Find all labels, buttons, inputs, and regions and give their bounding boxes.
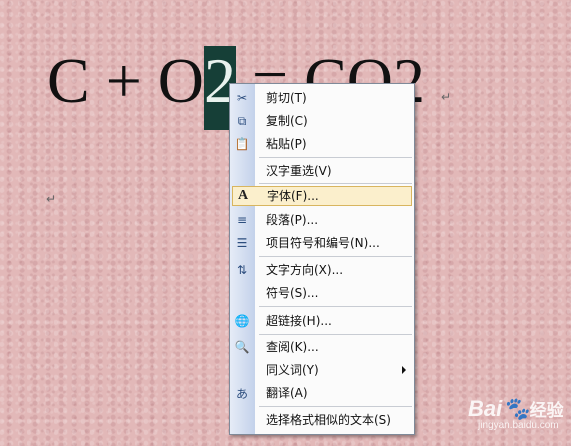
submenu-arrow-icon <box>402 366 406 374</box>
menu-item-bullets-numbering[interactable]: ☰ 项目符号和编号(N)... <box>230 233 414 253</box>
menu-item-label: 文字方向(X)... <box>266 263 344 277</box>
menu-item-hyperlink[interactable]: 🌐 超链接(H)... <box>230 311 414 331</box>
menu-separator <box>259 406 412 407</box>
menu-item-label: 段落(P)... <box>266 213 319 227</box>
menu-separator <box>259 334 412 335</box>
menu-item-label: 同义词(Y) <box>266 363 319 377</box>
menu-item-select-similar-formatting[interactable]: 选择格式相似的文本(S) <box>230 410 414 430</box>
watermark-url: jingyan.baidu.com <box>478 420 559 431</box>
menu-separator <box>259 306 412 307</box>
menu-item-cut[interactable]: ✂ 剪切(T) <box>230 88 414 108</box>
menu-item-label: 选择格式相似的文本(S) <box>266 413 391 427</box>
hyperlink-icon: 🌐 <box>234 314 250 328</box>
menu-item-label: 字体(F)... <box>267 189 319 203</box>
menu-item-paste[interactable]: 📋 粘贴(P) <box>230 134 414 154</box>
menu-item-label: 汉字重选(V) <box>266 164 332 178</box>
context-menu: ✂ 剪切(T) ⧉ 复制(C) 📋 粘贴(P) 汉字重选(V) A 字体(F).… <box>229 83 415 435</box>
text-direction-icon: ⇅ <box>236 263 248 277</box>
menu-item-paragraph[interactable]: ≡ 段落(P)... <box>230 210 414 230</box>
menu-item-synonyms[interactable]: 同义词(Y) <box>230 360 414 380</box>
watermark-brand: Bai <box>468 396 503 421</box>
menu-item-label: 项目符号和编号(N)... <box>266 236 380 250</box>
menu-item-label: 复制(C) <box>266 114 308 128</box>
research-icon: 🔍 <box>234 340 250 354</box>
menu-item-research[interactable]: 🔍 查阅(K)... <box>230 337 414 357</box>
menu-item-symbol[interactable]: 符号(S)... <box>230 283 414 303</box>
menu-item-translate[interactable]: あ 翻译(A) <box>230 383 414 403</box>
paragraph-icon: ≡ <box>236 213 248 227</box>
menu-item-text-direction[interactable]: ⇅ 文字方向(X)... <box>230 260 414 280</box>
menu-item-label: 翻译(A) <box>266 386 308 400</box>
menu-item-label: 剪切(T) <box>266 91 307 105</box>
translate-icon: あ <box>235 386 248 401</box>
menu-item-label: 符号(S)... <box>266 286 319 300</box>
paste-icon: 📋 <box>234 137 250 151</box>
paragraph-mark-empty-line: ↵ <box>46 192 57 206</box>
menu-separator <box>259 157 412 158</box>
bullets-icon: ☰ <box>236 236 248 250</box>
menu-item-label: 超链接(H)... <box>266 314 332 328</box>
menu-item-label: 粘贴(P) <box>266 137 307 151</box>
menu-item-font[interactable]: A 字体(F)... <box>232 186 412 206</box>
menu-separator <box>259 256 412 257</box>
menu-separator <box>259 183 412 184</box>
menu-item-reconvert[interactable]: 汉字重选(V) <box>230 161 414 181</box>
equation-before[interactable]: C + O <box>47 45 204 116</box>
paw-icon: 🐾 <box>502 396 530 421</box>
menu-item-copy[interactable]: ⧉ 复制(C) <box>230 111 414 131</box>
font-icon: A <box>237 188 249 203</box>
paragraph-mark: ↵ <box>441 90 452 104</box>
baidu-jingyan-watermark: Bai🐾经验 jingyan.baidu.com <box>468 396 564 431</box>
menu-item-label: 查阅(K)... <box>266 340 319 354</box>
copy-icon: ⧉ <box>237 113 247 128</box>
scissors-icon: ✂ <box>236 91 248 105</box>
watermark-brand-suffix: 经验 <box>529 401 564 420</box>
